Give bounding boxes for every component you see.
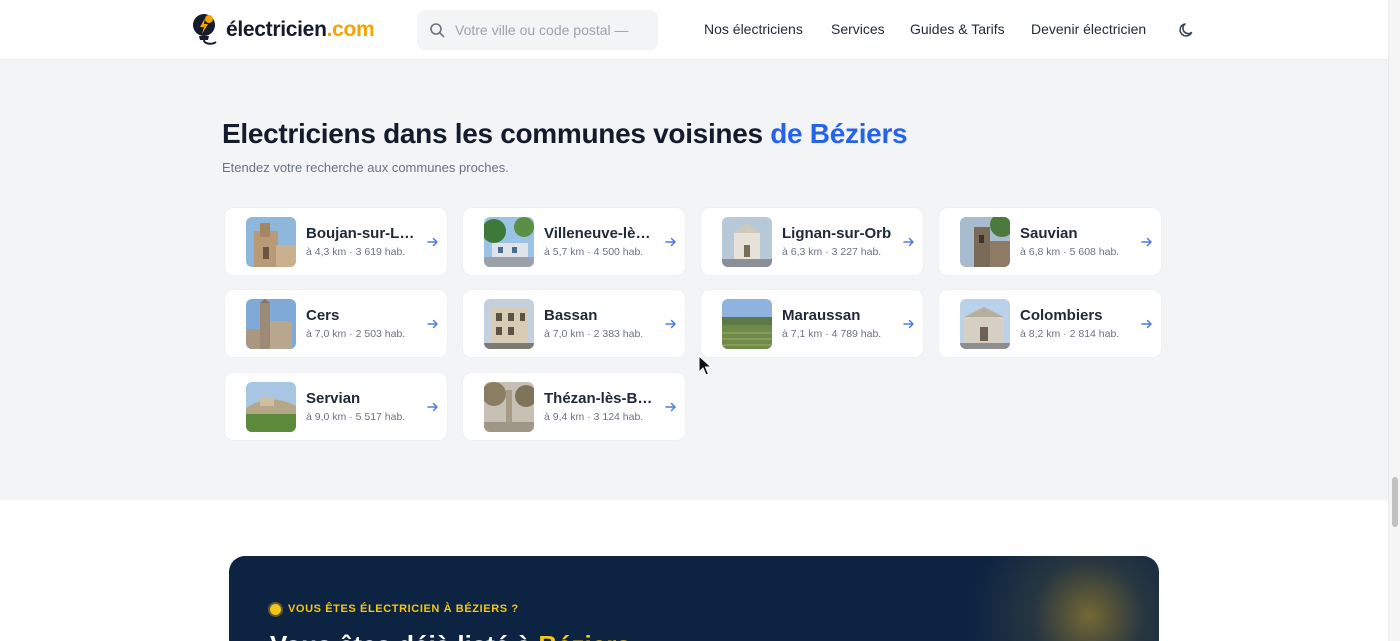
page-scrollbar[interactable] [1388, 0, 1400, 641]
commune-name: Servian [306, 390, 361, 407]
commune-name: Colombiers [1020, 307, 1103, 324]
commune-meta: à 8,2 km · 2 814 hab. [1020, 328, 1120, 340]
logo-base: électricien [226, 18, 327, 41]
commune-card-maraussan[interactable]: Maraussan à 7,1 km · 4 789 hab. [700, 289, 924, 358]
building-photo-icon [484, 299, 534, 349]
commune-card-cers[interactable]: Cers à 7,0 km · 2 503 hab. [224, 289, 448, 358]
search-box[interactable] [417, 10, 658, 50]
commune-name: Villeneuve-lès-Béziers [544, 225, 656, 242]
commune-card-thezan[interactable]: Thézan-lès-Béziers à 9,4 km · 3 124 hab. [462, 372, 686, 441]
hill-photo-icon [246, 382, 296, 432]
commune-name: Cers [306, 307, 340, 324]
search-icon [430, 23, 445, 38]
commune-card-servian[interactable]: Servian à 9,0 km · 5 517 hab. [224, 372, 448, 441]
village-photo-icon [484, 217, 534, 267]
arrow-right-icon [1141, 319, 1152, 329]
commune-card-lignan[interactable]: Lignan-sur-Orb à 6,3 km · 3 227 hab. [700, 207, 924, 276]
commune-meta: à 9,0 km · 5 517 hab. [306, 411, 406, 423]
commune-name: Boujan-sur-Libron [306, 225, 418, 242]
square-photo-icon [484, 382, 534, 432]
cta-heading-highlight: Béziers [538, 630, 631, 641]
bullet-dot-icon [270, 603, 281, 615]
section-title: Electriciens dans les communes voisines … [222, 118, 908, 150]
commune-card-bassan[interactable]: Bassan à 7,0 km · 2 383 hab. [462, 289, 686, 358]
nav-services[interactable]: Services [831, 21, 885, 37]
commune-meta: à 7,1 km · 4 789 hab. [782, 328, 882, 340]
logo-tld: .com [326, 18, 375, 41]
arrow-right-icon [427, 319, 438, 329]
commune-meta: à 7,0 km · 2 503 hab. [306, 328, 406, 340]
arrow-right-icon [427, 402, 438, 412]
section-subtitle: Etendez votre recherche aux communes pro… [222, 160, 509, 175]
arrow-right-icon [665, 402, 676, 412]
cta-heading-main: Vous êtes déjà listé à [270, 630, 538, 641]
nav-guides-tarifs[interactable]: Guides & Tarifs [910, 21, 1005, 37]
commune-meta: à 6,8 km · 5 608 hab. [1020, 246, 1120, 258]
arrow-right-icon [665, 237, 676, 247]
commune-meta: à 4,3 km · 3 619 hab. [306, 246, 406, 258]
dark-mode-moon-icon[interactable] [1178, 21, 1196, 39]
tower-photo-icon [960, 217, 1010, 267]
commune-name: Sauvian [1020, 225, 1078, 242]
arrow-right-icon [665, 319, 676, 329]
arrow-right-icon [903, 237, 914, 247]
church-photo-icon [246, 217, 296, 267]
logo-wordmark: électricien.com [226, 18, 375, 42]
commune-meta: à 9,4 km · 3 124 hab. [544, 411, 644, 423]
chapel-photo-icon [722, 217, 772, 267]
search-input[interactable] [455, 22, 645, 38]
commune-name: Lignan-sur-Orb [782, 225, 892, 242]
scrollbar-thumb[interactable] [1392, 477, 1398, 527]
arrow-right-icon [1141, 237, 1152, 247]
commune-name: Maraussan [782, 307, 861, 324]
arrow-right-icon [427, 237, 438, 247]
lightbulb-logo-icon [193, 14, 217, 45]
chapel-photo-icon [960, 299, 1010, 349]
commune-name: Thézan-lès-Béziers [544, 390, 656, 407]
commune-meta: à 5,7 km · 4 500 hab. [544, 246, 644, 258]
cta-eyebrow-text: VOUS ÊTES ÉLECTRICIEN À BÉZIERS ? [288, 603, 519, 615]
cta-eyebrow: VOUS ÊTES ÉLECTRICIEN À BÉZIERS ? [270, 603, 519, 615]
site-header: électricien.com Nos électriciens Service… [0, 0, 1388, 60]
section-title-accent: de Béziers [770, 118, 908, 149]
commune-card-colombiers[interactable]: Colombiers à 8,2 km · 2 814 hab. [938, 289, 1162, 358]
nav-devenir-electricien[interactable]: Devenir électricien [1031, 21, 1146, 37]
mouse-pointer-icon [698, 355, 712, 376]
commune-name: Bassan [544, 307, 598, 324]
commune-meta: à 7,0 km · 2 383 hab. [544, 328, 644, 340]
cta-heading: Vous êtes déjà listé à Béziers [270, 630, 631, 641]
nav-nos-electriciens[interactable]: Nos électriciens [704, 21, 803, 37]
section-title-main: Electriciens dans les communes voisines [222, 118, 771, 149]
church-photo-icon [246, 299, 296, 349]
vineyard-photo-icon [722, 299, 772, 349]
arrow-right-icon [903, 319, 914, 329]
commune-card-villeneuve[interactable]: Villeneuve-lès-Béziers à 5,7 km · 4 500 … [462, 207, 686, 276]
commune-card-boujan[interactable]: Boujan-sur-Libron à 4,3 km · 3 619 hab. [224, 207, 448, 276]
site-logo[interactable]: électricien.com [190, 12, 375, 48]
electrician-cta-banner: VOUS ÊTES ÉLECTRICIEN À BÉZIERS ? Vous ê… [229, 556, 1159, 641]
commune-meta: à 6,3 km · 3 227 hab. [782, 246, 882, 258]
commune-card-sauvian[interactable]: Sauvian à 6,8 km · 5 608 hab. [938, 207, 1162, 276]
